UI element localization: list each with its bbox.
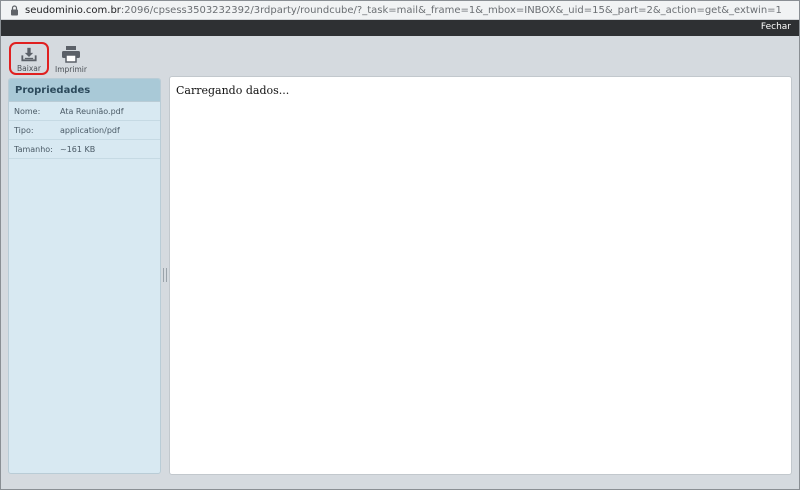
printer-icon [62,46,80,63]
loading-message: Carregando dados... [176,84,290,97]
properties-panel: Propriedades Nome: Ata Reunião.pdf Tipo:… [8,78,161,474]
property-row-type: Tipo: application/pdf [9,121,160,140]
lock-icon [11,4,18,15]
url-path: :2096/cpsess3503232392/3rdparty/roundcub… [120,4,782,16]
print-label: Imprimir [55,65,87,74]
url-host: seudominio.com.br [25,4,121,16]
attachment-preview: Carregando dados... [169,76,792,475]
property-value: ~161 KB [60,145,96,154]
print-button[interactable]: Imprimir [51,42,91,75]
property-row-name: Nome: Ata Reunião.pdf [9,102,160,121]
property-row-size: Tamanho: ~161 KB [9,140,160,159]
property-value: application/pdf [60,126,120,135]
toolbar: Baixar Imprimir [1,36,799,77]
property-label: Nome: [14,107,41,116]
top-bar: Fechar [1,20,799,36]
panel-resize-handle[interactable] [163,268,167,282]
property-label: Tamanho: [14,145,53,154]
properties-title: Propriedades [9,79,160,102]
download-button[interactable]: Baixar [9,42,49,75]
property-label: Tipo: [14,126,34,135]
address-bar[interactable]: seudominio.com.br:2096/cpsess3503232392/… [1,1,799,20]
property-value: Ata Reunião.pdf [60,107,124,116]
download-label: Baixar [17,64,41,73]
close-button[interactable]: Fechar [761,22,791,32]
download-icon [21,47,37,62]
